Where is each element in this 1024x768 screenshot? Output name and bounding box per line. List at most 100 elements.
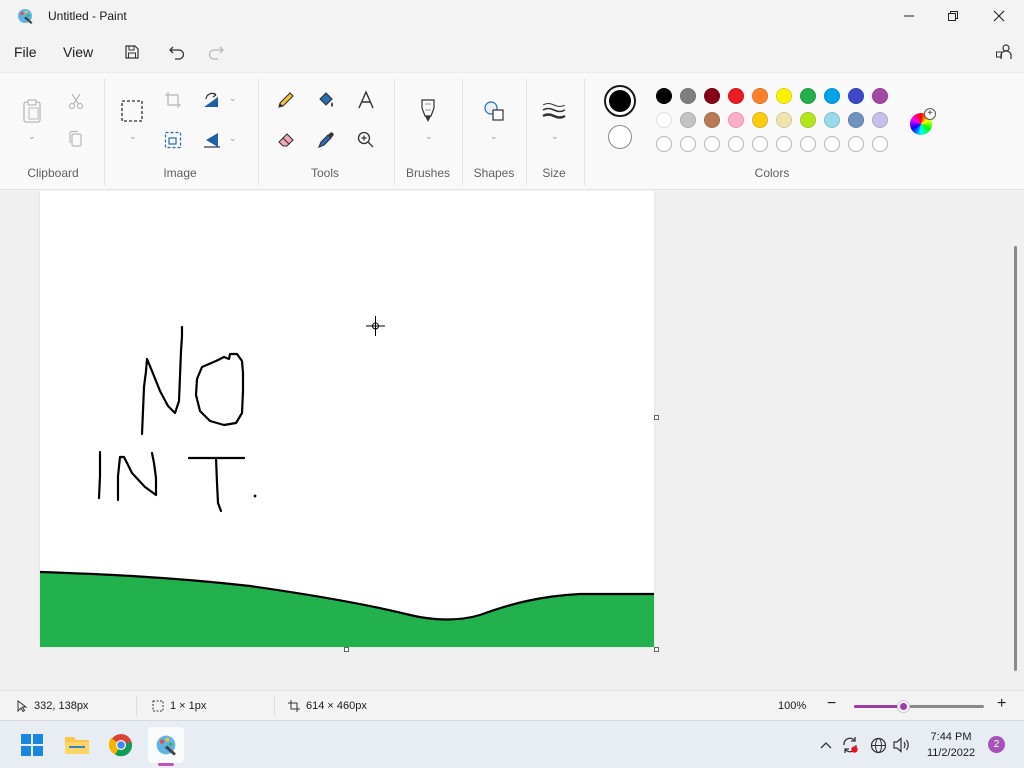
rotate-button[interactable] xyxy=(198,86,226,114)
palette-swatch[interactable] xyxy=(800,112,816,128)
palette-swatch[interactable] xyxy=(752,112,768,128)
zoom-slider[interactable] xyxy=(854,701,984,712)
palette-swatch[interactable] xyxy=(680,112,696,128)
pencil-tool[interactable] xyxy=(272,86,300,114)
palette-swatch[interactable] xyxy=(656,112,672,128)
start-button[interactable] xyxy=(14,727,50,763)
palette-swatch[interactable] xyxy=(848,112,864,128)
palette-swatch-empty[interactable] xyxy=(680,136,696,152)
resize-handle-corner[interactable] xyxy=(654,647,659,652)
brushes-button[interactable] xyxy=(414,97,442,125)
palette-swatch[interactable] xyxy=(752,88,768,104)
resize-button[interactable] xyxy=(159,126,187,154)
undo-button[interactable] xyxy=(165,40,189,64)
copy-button[interactable] xyxy=(62,125,90,153)
cut-button[interactable] xyxy=(62,87,90,115)
zoom-slider-thumb[interactable] xyxy=(898,701,910,712)
paste-chevron-icon[interactable]: ⌄ xyxy=(28,131,36,142)
notification-badge[interactable]: 2 xyxy=(988,736,1005,753)
palette-swatch-empty[interactable] xyxy=(848,136,864,152)
flip-button[interactable] xyxy=(198,126,226,154)
crop-icon xyxy=(165,92,181,108)
redo-icon xyxy=(208,46,224,60)
palette-swatch-empty[interactable] xyxy=(872,136,888,152)
vertical-scrollbar[interactable] xyxy=(1014,246,1017,671)
resize-handle-right[interactable] xyxy=(654,415,659,420)
color-picker-tool[interactable] xyxy=(312,126,340,154)
text-icon xyxy=(358,90,374,109)
group-label-clipboard: Clipboard xyxy=(27,166,79,180)
eraser-tool[interactable] xyxy=(272,126,300,154)
crop-button[interactable] xyxy=(159,86,187,114)
palette-swatch[interactable] xyxy=(776,112,792,128)
minimize-button[interactable] xyxy=(886,0,932,32)
primary-color-selector[interactable] xyxy=(604,85,636,117)
palette-swatch[interactable] xyxy=(728,112,744,128)
taskbar-file-explorer[interactable] xyxy=(59,727,95,763)
restore-button[interactable] xyxy=(930,0,976,32)
share-button[interactable] xyxy=(992,40,1016,64)
palette-swatch[interactable] xyxy=(848,88,864,104)
fill-tool[interactable] xyxy=(312,86,340,114)
tray-network[interactable] xyxy=(868,735,888,755)
shapes-button[interactable] xyxy=(480,97,508,125)
size-button[interactable] xyxy=(540,97,568,125)
edit-colors-button[interactable]: + xyxy=(910,108,936,135)
palette-swatch-empty[interactable] xyxy=(656,136,672,152)
palette-swatch[interactable] xyxy=(872,112,888,128)
secondary-color-selector[interactable] xyxy=(608,125,632,149)
taskbar-paint[interactable] xyxy=(148,727,184,763)
palette-swatch[interactable] xyxy=(728,88,744,104)
menu-view[interactable]: View xyxy=(63,44,93,60)
redo-button[interactable] xyxy=(204,40,228,64)
drawing-canvas[interactable] xyxy=(39,191,654,647)
palette-swatch[interactable] xyxy=(776,88,792,104)
zoom-in-button[interactable]: + xyxy=(997,695,1006,713)
palette-swatch-empty[interactable] xyxy=(728,136,744,152)
resize-handle-bottom[interactable] xyxy=(344,647,349,652)
menu-file[interactable]: File xyxy=(14,44,37,60)
size-chevron-icon[interactable]: ⌄ xyxy=(551,131,559,142)
palette-swatch[interactable] xyxy=(656,88,672,104)
share-icon xyxy=(996,44,1012,59)
palette-swatch[interactable] xyxy=(872,88,888,104)
palette-swatch-empty[interactable] xyxy=(704,136,720,152)
close-button[interactable] xyxy=(976,0,1022,32)
palette-swatch[interactable] xyxy=(704,88,720,104)
tray-sync-status[interactable] xyxy=(840,735,860,755)
tray-volume[interactable] xyxy=(892,735,912,755)
brushes-chevron-icon[interactable]: ⌄ xyxy=(425,131,433,142)
flip-chevron-icon[interactable]: ⌄ xyxy=(229,133,237,144)
taskbar-chrome[interactable] xyxy=(103,727,139,763)
save-button[interactable] xyxy=(120,40,144,64)
palette-swatch[interactable] xyxy=(824,112,840,128)
palette-swatch-empty[interactable] xyxy=(752,136,768,152)
show-hidden-icons-button[interactable] xyxy=(816,735,836,755)
group-label-size: Size xyxy=(542,166,566,180)
line-thickness-icon xyxy=(542,103,566,119)
scribble-dot xyxy=(253,494,257,498)
palette-swatch[interactable] xyxy=(680,88,696,104)
scribble-letter-i xyxy=(97,450,102,500)
palette-swatch-empty[interactable] xyxy=(824,136,840,152)
clock-date: 11/2/2022 xyxy=(926,747,976,759)
selection-icon xyxy=(152,700,164,712)
selection-rectangle-icon xyxy=(121,100,143,122)
palette-swatch[interactable] xyxy=(800,88,816,104)
rotate-chevron-icon[interactable]: ⌄ xyxy=(229,93,237,104)
canvas-drawing xyxy=(39,316,654,647)
palette-swatch[interactable] xyxy=(824,88,840,104)
magnifier-tool[interactable] xyxy=(352,126,380,154)
palette-swatch[interactable] xyxy=(704,112,720,128)
text-tool[interactable] xyxy=(352,86,380,114)
selection-size-readout: 1 × 1px xyxy=(152,700,206,712)
taskbar-clock[interactable]: 7:44 PM 11/2/2022 xyxy=(918,729,984,761)
zoom-out-button[interactable]: − xyxy=(827,695,836,713)
palette-swatch-empty[interactable] xyxy=(776,136,792,152)
select-button[interactable] xyxy=(118,97,146,125)
paste-button[interactable] xyxy=(18,97,46,125)
select-chevron-icon[interactable]: ⌄ xyxy=(129,131,137,142)
shapes-chevron-icon[interactable]: ⌄ xyxy=(490,131,498,142)
pointer-icon xyxy=(17,700,28,712)
palette-swatch-empty[interactable] xyxy=(800,136,816,152)
